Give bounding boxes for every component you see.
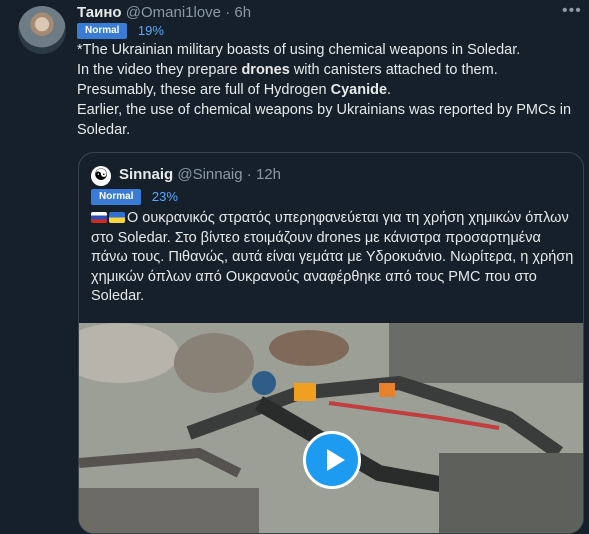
status-badge: Normal	[77, 22, 128, 39]
russia-flag-icon	[91, 212, 107, 223]
bold-segment: Cyanide	[330, 82, 388, 98]
quote-badge-percent: 23%	[151, 189, 178, 205]
ellipsis-icon[interactable]: •••	[562, 2, 582, 20]
badge-row: Normal 19%	[77, 22, 164, 40]
text-segment: with canisters attached to them.	[289, 62, 498, 78]
text-segment: Presumably, these are full of Hydrogen	[77, 82, 331, 98]
timestamp[interactable]: 6h	[234, 4, 251, 21]
quote-timestamp[interactable]: 12h	[256, 166, 281, 183]
author-handle[interactable]: @Omani1love	[126, 4, 221, 21]
quote-avatar[interactable]: ☯	[91, 166, 111, 186]
tweet-line-4: Earlier, the use of chemical weapons by …	[77, 102, 572, 138]
tweet-line-2: In the video they prepare drones with ca…	[77, 60, 582, 80]
bold-segment: drones	[241, 62, 290, 78]
quote-author-name[interactable]: Sinnaig	[119, 166, 173, 183]
video-thumbnail	[79, 323, 583, 533]
author-name[interactable]: Таино	[77, 4, 122, 21]
separator: ·	[225, 4, 231, 21]
tweet-header: Таино @Omani1love · 6h	[77, 4, 251, 22]
quote-badge-row: Normal 23%	[91, 188, 178, 206]
tweet-text: *The Ukrainian military boasts of using …	[77, 40, 582, 140]
quoted-tweet[interactable]: ☯ Sinnaig @Sinnaig · 12h Normal 23% Ο ου…	[78, 152, 584, 534]
quote-text-body: Ο ουκρανικός στρατός υπερηφανεύεται για …	[91, 210, 574, 304]
quote-author-handle[interactable]: @Sinnaig	[177, 166, 242, 183]
ukraine-flag-icon	[109, 212, 125, 223]
separator: ·	[246, 166, 252, 183]
quote-text: Ο ουκρανικός στρατός υπερηφανεύεται για …	[91, 209, 576, 307]
tweet-line-3: Presumably, these are full of Hydrogen C…	[77, 80, 582, 100]
video-media[interactable]	[79, 323, 583, 533]
tweet-line-1: *The Ukrainian military boasts of using …	[77, 42, 521, 58]
play-icon[interactable]	[303, 431, 361, 489]
avatar[interactable]	[18, 6, 66, 54]
quote-status-badge: Normal	[91, 188, 142, 205]
text-segment: In the video they prepare	[77, 62, 242, 78]
badge-percent: 19%	[137, 23, 164, 39]
text-segment: .	[387, 82, 392, 98]
quote-header: Sinnaig @Sinnaig · 12h	[119, 166, 281, 184]
tweet[interactable]: Таино @Omani1love · 6h ••• Normal 19% *T…	[0, 0, 589, 534]
